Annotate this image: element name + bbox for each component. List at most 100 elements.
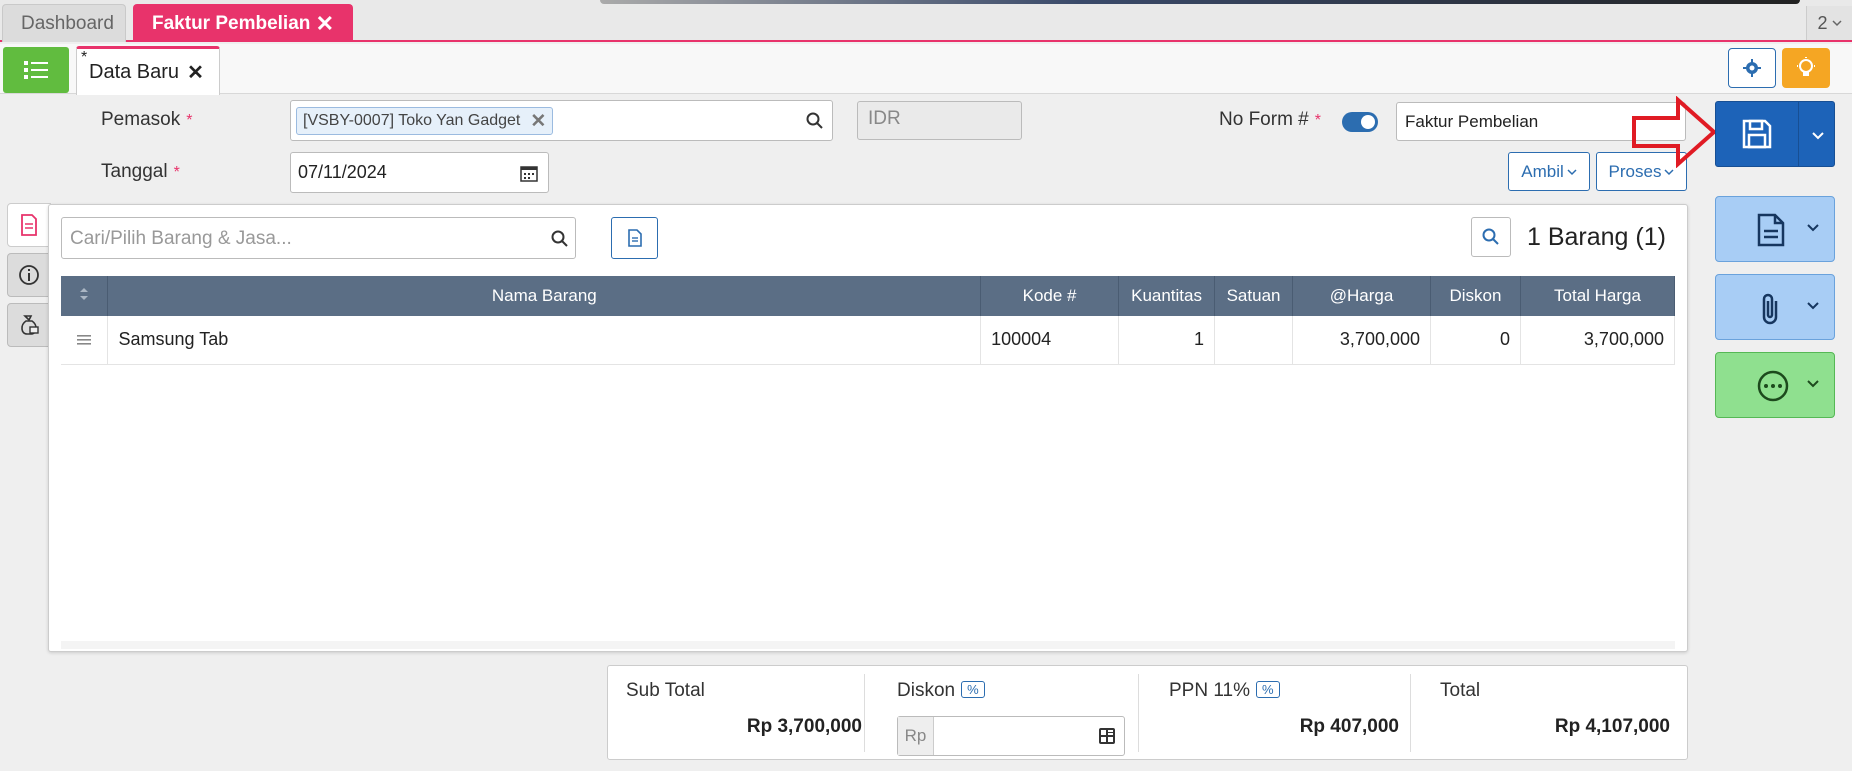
- close-icon[interactable]: ✕: [316, 11, 334, 37]
- side-tab-info[interactable]: [7, 253, 51, 297]
- document-icon: [1757, 213, 1785, 247]
- auto-number-toggle[interactable]: [1342, 112, 1378, 132]
- search-icon: [1482, 228, 1499, 245]
- settings-button[interactable]: [1728, 48, 1776, 88]
- more-options-button[interactable]: [1715, 352, 1835, 418]
- tab-count-dropdown[interactable]: 2: [1806, 6, 1852, 40]
- supplier-field[interactable]: [VSBY-0007] Toko Yan Gadget ✕: [290, 100, 833, 141]
- ambil-label: Ambil: [1521, 161, 1564, 181]
- total-value: Rp 4,107,000: [1554, 716, 1670, 737]
- ambil-button[interactable]: Ambil: [1508, 152, 1590, 191]
- discount-input[interactable]: Rp: [897, 716, 1125, 756]
- tab-dashboard[interactable]: Dashboard: [2, 4, 126, 42]
- save-divider: [1798, 102, 1799, 166]
- date-label: Tanggal *: [101, 161, 180, 183]
- cell-discount: 0: [1430, 316, 1521, 365]
- chevron-down-icon[interactable]: [1811, 131, 1825, 141]
- supplier-chip-label: [VSBY-0007] Toko Yan Gadget: [303, 112, 521, 129]
- tab-count-label: 2: [1817, 12, 1828, 33]
- info-icon: [19, 265, 39, 285]
- sort-column-header[interactable]: [61, 276, 109, 316]
- column-header[interactable]: Diskon: [1430, 276, 1521, 316]
- search-icon[interactable]: [806, 112, 824, 130]
- divider: [1410, 674, 1411, 752]
- calendar-icon[interactable]: [520, 164, 538, 182]
- totals-panel: Sub Total Rp 3,700,000 Diskon% Rp PPN 11…: [607, 665, 1688, 760]
- tab-faktur-label: Faktur Pembelian: [152, 12, 311, 34]
- subtotal-value: Rp 3,700,000: [746, 716, 862, 737]
- chevron-down-icon: [1567, 168, 1577, 175]
- side-tab-items[interactable]: [7, 203, 51, 247]
- chevron-down-icon: [1807, 380, 1819, 388]
- item-detail-button[interactable]: [611, 217, 658, 259]
- rp-prefix: Rp: [898, 717, 934, 755]
- subtotal-cell: Sub Total Rp 3,700,000: [626, 676, 862, 754]
- percent-toggle[interactable]: %: [1255, 681, 1280, 698]
- no-form-label-text: No Form #: [1219, 109, 1309, 130]
- unsaved-marker: *: [81, 49, 88, 66]
- more-icon: [1757, 370, 1789, 402]
- ppn-label-text: PPN 11%: [1169, 680, 1250, 701]
- cell-qty: 1: [1118, 316, 1216, 365]
- cell-code: 100004: [980, 316, 1120, 365]
- save-button[interactable]: [1715, 101, 1835, 167]
- search-icon[interactable]: [551, 230, 569, 248]
- print-document-button[interactable]: [1715, 196, 1835, 262]
- cell-name: Samsung Tab: [107, 316, 982, 365]
- discount-label: Diskon%: [897, 680, 985, 702]
- attachment-button[interactable]: [1715, 274, 1835, 340]
- close-icon[interactable]: ✕: [187, 60, 204, 85]
- drag-handle[interactable]: [61, 316, 109, 365]
- list-view-button[interactable]: [3, 47, 69, 93]
- cell-unit: [1214, 316, 1294, 365]
- no-form-label: No Form # *: [1219, 109, 1321, 131]
- cell-total: 3,700,000: [1520, 316, 1676, 365]
- calculator-icon[interactable]: [1098, 727, 1116, 745]
- percent-toggle[interactable]: %: [961, 681, 985, 698]
- column-header[interactable]: @Harga: [1292, 276, 1431, 316]
- list-icon: [24, 61, 48, 79]
- chevron-down-icon: [1807, 224, 1819, 232]
- chevron-down-icon: [1664, 168, 1674, 175]
- supplier-label-text: Pemasok: [101, 109, 181, 130]
- remove-icon[interactable]: ✕: [530, 110, 546, 133]
- column-header[interactable]: Kuantitas: [1118, 276, 1216, 316]
- sort-icon: [80, 288, 89, 300]
- required-mark: *: [1314, 112, 1321, 129]
- supplier-label: Pemasok *: [101, 109, 192, 131]
- item-search-input[interactable]: Cari/Pilih Barang & Jasa...: [61, 217, 576, 259]
- paperclip-icon: [1762, 293, 1778, 325]
- top-tab-bar: Dashboard Faktur Pembelian ✕ 2: [0, 0, 1852, 42]
- save-icon: [1742, 119, 1772, 149]
- supplier-chip: [VSBY-0007] Toko Yan Gadget ✕: [296, 107, 554, 135]
- subtotal-label: Sub Total: [626, 680, 705, 701]
- search-items-button[interactable]: [1471, 217, 1511, 257]
- required-mark: *: [186, 112, 193, 129]
- tab-data-baru[interactable]: * Data Baru ✕: [76, 46, 220, 95]
- side-tab-payment[interactable]: [7, 303, 51, 347]
- column-header[interactable]: Kode #: [980, 276, 1120, 316]
- table-footer-strip: [61, 641, 1675, 649]
- table-row[interactable]: Samsung Tab 100004 1 3,700,000 0 3,700,0…: [61, 316, 1676, 365]
- money-bag-icon: [21, 315, 39, 335]
- total-cell: Total Rp 4,107,000: [1440, 676, 1670, 754]
- column-header[interactable]: Nama Barang: [107, 276, 982, 316]
- column-header[interactable]: Satuan: [1214, 276, 1294, 316]
- total-label: Total: [1440, 680, 1481, 701]
- tab-faktur-pembelian[interactable]: Faktur Pembelian ✕: [133, 4, 353, 42]
- chevron-down-icon: [1807, 302, 1819, 310]
- divider: [1138, 674, 1139, 752]
- column-header[interactable]: Total Harga: [1520, 276, 1676, 316]
- document-icon: [21, 214, 37, 236]
- tips-button[interactable]: [1782, 48, 1830, 88]
- divider: [864, 674, 865, 752]
- items-panel: Cari/Pilih Barang & Jasa... 1 Barang (1)…: [48, 204, 1688, 652]
- date-field[interactable]: 07/11/2024: [290, 152, 549, 193]
- tab-data-baru-label: Data Baru: [89, 60, 180, 83]
- ppn-cell: PPN 11%% Rp 407,000: [1169, 676, 1399, 754]
- document-icon: [627, 229, 642, 247]
- date-label-text: Tanggal: [101, 161, 168, 182]
- drag-handle-icon: [77, 335, 92, 345]
- currency-field: IDR: [857, 101, 1022, 140]
- lightbulb-icon: [1797, 57, 1815, 76]
